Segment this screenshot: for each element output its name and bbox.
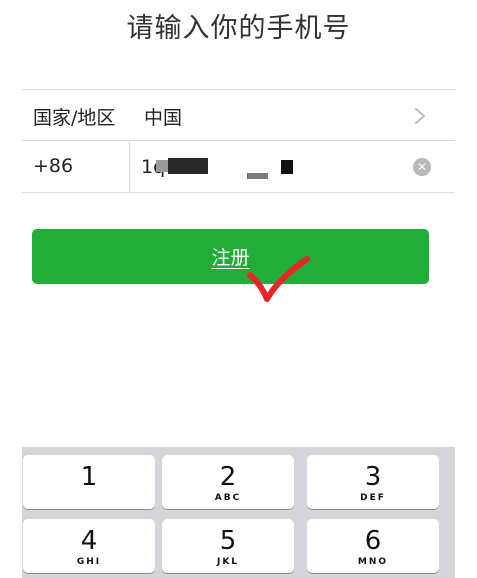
chevron-right-icon[interactable] [410,104,430,128]
key-1[interactable]: 1 [23,455,155,509]
redaction-mark [281,160,293,174]
country-code[interactable]: +86 [33,155,73,177]
page-title: 请输入你的手机号 [126,13,351,44]
key-digit: 3 [364,462,382,492]
register-button[interactable]: 注册 [32,229,429,284]
code-separator [129,141,130,192]
key-digit: 4 [80,526,98,556]
numeric-keypad: 1 2 ABC 3 DEF 4 GHI 5 JKL 6 MNO [22,447,455,578]
key-letters: ABC [214,493,242,503]
key-letters: MNO [357,557,389,567]
redaction-mark [247,173,268,179]
key-letters: JKL [216,557,240,567]
key-digit: 2 [219,462,237,492]
key-6[interactable]: 6 MNO [307,519,439,573]
key-5[interactable]: 5 JKL [162,519,294,573]
key-digit: 1 [80,462,98,492]
key-4[interactable]: 4 GHI [23,519,155,573]
divider-phone [22,192,455,193]
redaction-mark [156,160,168,172]
checkmark-annotation-icon [247,256,310,302]
key-2[interactable]: 2 ABC [162,455,294,509]
key-letters: DEF [360,493,386,503]
clear-icon[interactable]: ✕ [413,158,431,176]
key-letters: GHI [76,557,102,567]
divider-top [22,89,455,90]
key-digit: 6 [364,526,382,556]
divider-country [22,140,455,141]
redaction-mark [168,158,208,174]
country-label: 国家/地区 [33,107,116,129]
country-value[interactable]: 中国 [144,103,182,130]
key-3[interactable]: 3 DEF [307,455,439,509]
key-digit: 5 [219,526,237,556]
